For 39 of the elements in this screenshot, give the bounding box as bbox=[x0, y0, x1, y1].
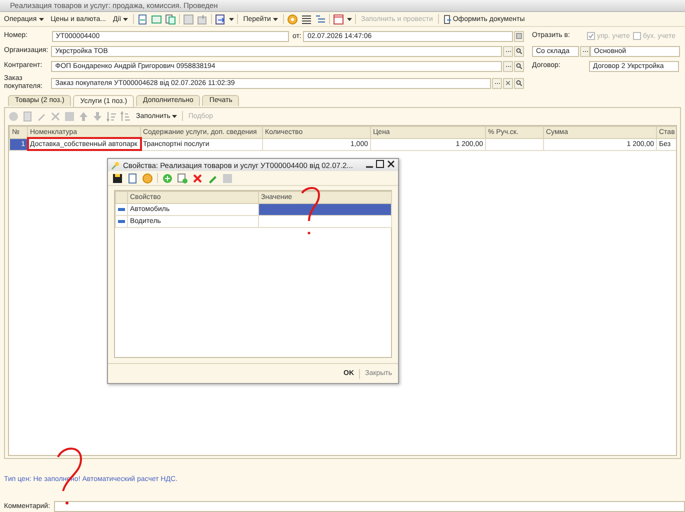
sort-descending-icon[interactable] bbox=[120, 110, 131, 122]
document-icon[interactable] bbox=[127, 172, 138, 184]
select-button[interactable] bbox=[503, 60, 514, 72]
maximize-button[interactable] bbox=[376, 160, 384, 170]
export-icon[interactable] bbox=[215, 14, 226, 25]
add-icon[interactable] bbox=[162, 172, 173, 184]
caret-icon[interactable] bbox=[229, 18, 234, 21]
select-button[interactable] bbox=[503, 46, 514, 57]
table-icon[interactable] bbox=[151, 14, 162, 25]
property-icon bbox=[118, 208, 125, 211]
properties-icon bbox=[111, 160, 120, 170]
search-button[interactable] bbox=[514, 78, 524, 89]
upload-icon[interactable] bbox=[197, 14, 208, 25]
document-icon[interactable] bbox=[137, 14, 148, 25]
select-button[interactable] bbox=[492, 78, 502, 89]
caret-icon[interactable] bbox=[172, 114, 178, 118]
comment-field[interactable] bbox=[54, 501, 685, 512]
search-button[interactable] bbox=[514, 46, 524, 57]
clear-button[interactable] bbox=[503, 78, 514, 89]
search-button[interactable] bbox=[514, 60, 524, 72]
copy-icon[interactable] bbox=[177, 172, 188, 184]
value-cell[interactable] bbox=[258, 216, 392, 228]
document-icon bbox=[444, 14, 451, 24]
caret-icon[interactable] bbox=[123, 18, 128, 21]
close-button[interactable] bbox=[387, 160, 395, 170]
calendar-button[interactable] bbox=[514, 30, 524, 42]
clear-icon bbox=[506, 81, 510, 86]
list-icon[interactable] bbox=[300, 14, 312, 25]
select-button[interactable] bbox=[580, 46, 590, 57]
delete-icon[interactable] bbox=[192, 172, 203, 184]
caret-icon[interactable] bbox=[38, 18, 44, 21]
check-icon bbox=[588, 33, 594, 40]
property-icon bbox=[118, 220, 125, 223]
sort-ascending-icon[interactable] bbox=[106, 110, 117, 122]
caret-icon[interactable] bbox=[346, 18, 352, 21]
caret-icon[interactable] bbox=[272, 18, 278, 21]
copy-icon[interactable] bbox=[165, 14, 176, 25]
calendar-icon[interactable] bbox=[332, 14, 344, 25]
structure-icon[interactable] bbox=[314, 14, 326, 25]
